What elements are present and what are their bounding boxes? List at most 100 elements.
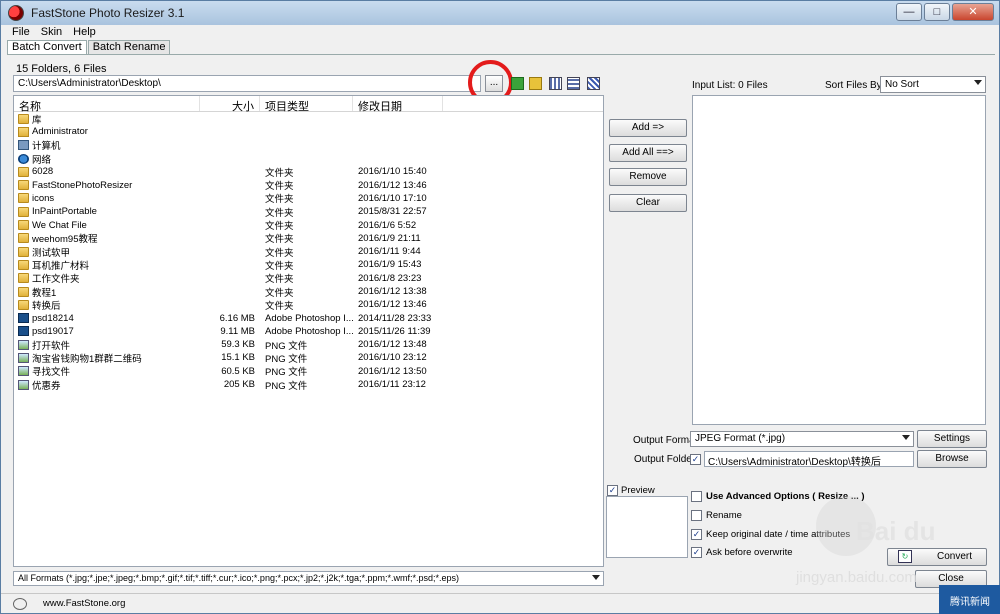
table-row[interactable]: 寻找文件 60.5 KB PNG 文件 2016/1/12 13:50 (14, 365, 603, 378)
close-window-button[interactable]: ✕ (952, 3, 994, 21)
file-date: 2016/1/9 21:11 (358, 232, 421, 244)
table-row[interactable]: 淘宝省钱购物1群群二维码 15.1 KB PNG 文件 2016/1/10 23:12 (14, 351, 603, 365)
sort-dropdown[interactable]: No Sort (880, 76, 986, 93)
minimize-button[interactable]: — (896, 3, 922, 21)
file-name-cell: 淘宝省钱购物1群群二维码 (14, 351, 200, 365)
preview-checkbox[interactable]: ✓ (607, 485, 618, 496)
table-row[interactable]: 耳机推广材料 文件夹 2016/1/9 15:43 (14, 258, 603, 272)
preview-label: Preview (621, 485, 655, 496)
table-row[interactable]: Administrator (14, 125, 603, 138)
column-size[interactable]: 大小 (200, 96, 260, 113)
table-row[interactable]: We Chat File 文件夹 2016/1/6 5:52 (14, 218, 603, 232)
table-row[interactable]: 工作文件夹 文件夹 2016/1/8 23:23 (14, 272, 603, 285)
png-icon (18, 353, 29, 363)
app-icon (8, 5, 24, 21)
file-name: InPaintPortable (32, 206, 97, 218)
table-row[interactable]: 6028 文件夹 2016/1/10 15:40 (14, 165, 603, 179)
rename-checkbox[interactable] (691, 510, 702, 521)
folder-path-input[interactable]: C:\Users\Administrator\Desktop\ (13, 75, 481, 92)
table-row[interactable]: 转换后 文件夹 2016/1/12 13:46 (14, 298, 603, 312)
file-type: 文件夹 (265, 287, 294, 299)
file-type: 文件夹 (265, 167, 294, 179)
file-name-cell: 6028 (14, 166, 200, 177)
psd-icon (18, 326, 29, 337)
menu-help[interactable]: Help (73, 26, 96, 38)
output-folder-checkbox[interactable]: ✓ (690, 454, 701, 465)
file-name-cell: 打开软件 (14, 338, 200, 352)
column-date[interactable]: 修改日期 (353, 96, 443, 113)
add-button[interactable]: Add => (609, 119, 687, 137)
png-icon (18, 339, 29, 350)
format-filter-dropdown[interactable]: All Formats (*.jpg;*.jpe;*.jpeg;*.bmp;*.… (13, 571, 604, 586)
table-row[interactable]: InPaintPortable 文件夹 2015/8/31 22:57 (14, 205, 603, 219)
table-row[interactable]: 优惠券 205 KB PNG 文件 2016/1/11 23:12 (14, 378, 603, 392)
file-name-cell: 测试软甲 (14, 245, 200, 259)
output-format-dropdown[interactable]: JPEG Format (*.jpg) (690, 431, 914, 447)
browse-output-button[interactable]: Browse (917, 450, 987, 468)
file-rows: 库 Administrator 计算机 网络 6028 文件夹 2016/1/10 15:4… (14, 112, 603, 392)
file-type: 文件夹 (265, 247, 294, 259)
table-row[interactable]: 计算机 (14, 139, 603, 152)
net-icon (18, 153, 29, 164)
column-type[interactable]: 项目类型 (260, 96, 353, 113)
file-browser[interactable]: 名称 大小 项目类型 修改日期 库 Administrator 计算机网络 6028 文… (13, 95, 604, 567)
file-name: 网络 (32, 154, 52, 166)
file-type: PNG 文件 (265, 380, 308, 392)
rename-label: Rename (706, 510, 742, 521)
file-date: 2016/1/6 5:52 (358, 219, 417, 231)
file-size: 205 KB (223, 379, 255, 391)
folder-icon (18, 166, 29, 177)
status-bar: www.FastStone.org (1, 593, 999, 613)
menu-skin[interactable]: Skin (41, 26, 62, 38)
ask-overwrite-checkbox[interactable]: ✓ (691, 547, 702, 558)
file-name-cell: psd19017 (14, 326, 200, 337)
table-row[interactable]: 测试软甲 文件夹 2016/1/11 9:44 (14, 245, 603, 259)
advanced-options-label[interactable]: Use Advanced Options ( Resize ... ) (706, 491, 865, 502)
table-row[interactable]: 教程1 文件夹 2016/1/12 13:38 (14, 285, 603, 299)
column-name[interactable]: 名称 (14, 96, 200, 113)
table-row[interactable]: icons 文件夹 2016/1/10 17:10 (14, 192, 603, 205)
input-list[interactable] (692, 95, 986, 425)
file-type: PNG 文件 (265, 340, 308, 352)
file-size: 60.5 KB (221, 365, 255, 377)
file-type: 文件夹 (265, 181, 294, 193)
view-list-icon[interactable] (567, 77, 580, 90)
favorites-folder-icon[interactable] (529, 77, 542, 90)
title-bar[interactable]: FastStone Photo Resizer 3.1 — □ ✕ (1, 1, 999, 25)
keep-date-checkbox[interactable]: ✓ (691, 529, 702, 540)
website-link[interactable]: www.FastStone.org (43, 598, 125, 609)
folder-icon (18, 273, 29, 284)
file-name: FastStonePhotoResizer (32, 179, 133, 191)
table-row[interactable]: 打开软件 59.3 KB PNG 文件 2016/1/12 13:48 (14, 338, 603, 352)
settings-button[interactable]: Settings (917, 430, 987, 448)
output-folder-input[interactable]: C:\Users\Administrator\Desktop\转换后 (704, 451, 914, 468)
table-row[interactable]: 库 (14, 112, 603, 126)
output-folder-label: Output Folder: (634, 454, 698, 465)
table-row[interactable]: FastStonePhotoResizer 文件夹 2016/1/12 13:46 (14, 178, 603, 193)
menu-file[interactable]: File (12, 26, 30, 38)
add-all-button[interactable]: Add All ==> (609, 144, 687, 162)
advanced-options-checkbox[interactable] (691, 491, 702, 502)
file-date: 2016/1/12 13:50 (358, 365, 427, 377)
maximize-button[interactable]: □ (924, 3, 950, 21)
tab-batch-rename[interactable]: Batch Rename (87, 40, 171, 55)
table-row[interactable]: 网络 (14, 152, 603, 166)
file-name-cell: We Chat File (14, 220, 200, 231)
news-badge[interactable]: 腾讯新闻 (939, 585, 1000, 614)
table-row[interactable]: psd18214 6.16 MB Adobe Photoshop I... 2014/… (14, 311, 603, 324)
folder-up-icon[interactable] (511, 77, 524, 90)
clear-button[interactable]: Clear (609, 194, 687, 212)
table-row[interactable]: psd19017 9.11 MB Adobe Photoshop I... 2015/… (14, 325, 603, 338)
folder-icon (18, 220, 29, 231)
remove-button[interactable]: Remove (609, 168, 687, 186)
view-thumbnails-icon[interactable] (549, 77, 562, 90)
tab-batch-convert[interactable]: Batch Convert (7, 40, 87, 55)
table-row[interactable]: weehom95教程 文件夹 2016/1/9 21:11 (14, 232, 603, 245)
view-details-icon[interactable] (587, 77, 600, 90)
watermark-main: Bai du (856, 516, 936, 546)
file-name: 打开软件 (32, 340, 71, 352)
keep-date-label: Keep original date / time attributes (706, 529, 851, 540)
file-name-cell: 网络 (14, 152, 200, 166)
tab-strip: Batch Convert Batch Rename (7, 40, 171, 55)
file-size: 59.3 KB (221, 339, 255, 351)
